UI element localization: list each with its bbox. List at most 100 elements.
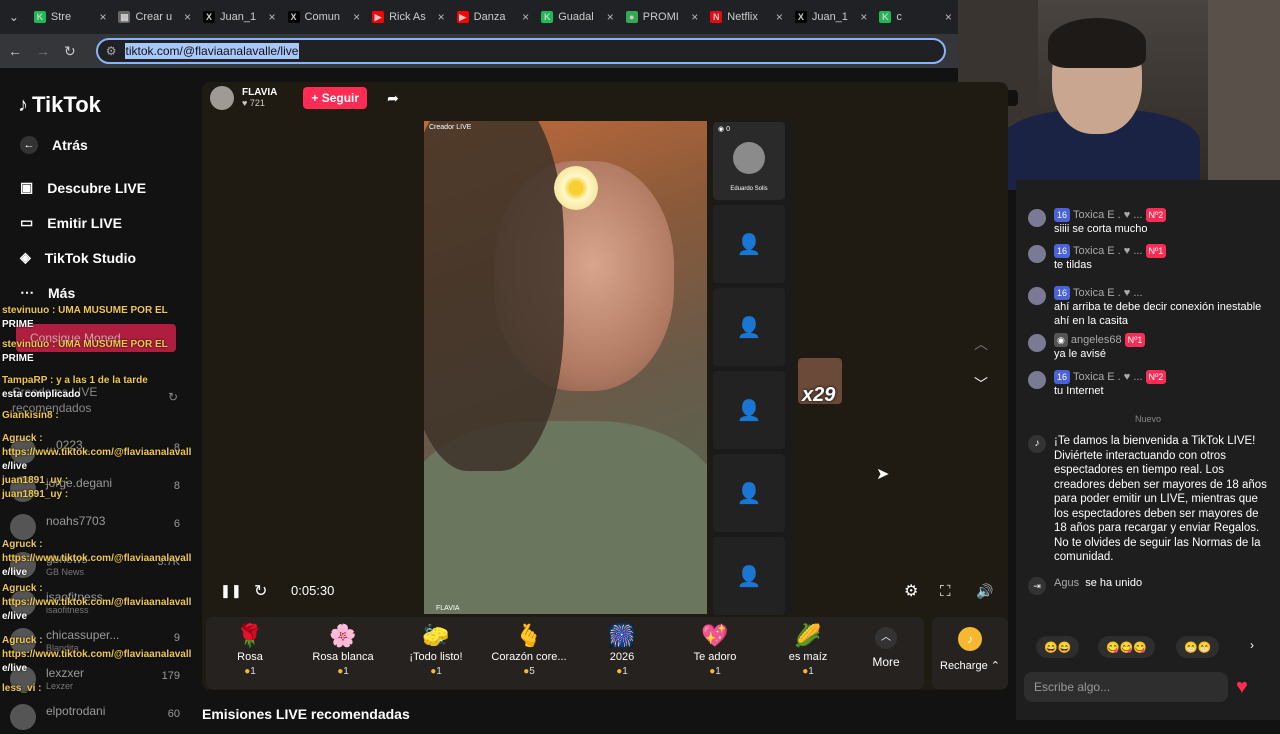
- close-icon[interactable]: ×: [269, 10, 276, 24]
- favicon-icon: K: [879, 11, 892, 23]
- close-icon[interactable]: ×: [691, 10, 698, 24]
- gift-icon: 🌽: [794, 623, 822, 648]
- settings-gear-icon[interactable]: ⚙: [904, 581, 918, 601]
- tiktok-note-icon: ♪: [1028, 435, 1046, 453]
- tab-title: Juan_1: [220, 11, 257, 23]
- sidebar-item-go-live[interactable]: ▭ Emitir LIVE: [20, 214, 122, 231]
- sidebar: ♪ TikTok ← Atrás ▣ Descubre LIVE ▭ Emitir L…: [0, 68, 200, 730]
- level-badge: ◉: [1054, 333, 1068, 347]
- chevron-right-icon[interactable]: ›: [1250, 638, 1254, 652]
- tab-title: Guadal: [558, 11, 594, 23]
- overlay-chat-line: less_vi :: [2, 683, 42, 694]
- follow-button[interactable]: + Seguir: [303, 87, 368, 109]
- gift-item[interactable]: 💖 Te adoro ●1: [675, 623, 755, 677]
- tiktok-logo[interactable]: ♪ TikTok: [18, 92, 101, 118]
- message-text: tu Internet: [1054, 385, 1104, 397]
- live-video[interactable]: Creador LIVE FLAVIA: [424, 121, 707, 614]
- more-gifts-button[interactable]: ︿ More: [861, 627, 911, 669]
- quick-emoji-button[interactable]: 😋😋😋: [1098, 636, 1156, 658]
- gift-item[interactable]: 🫰 Corazón core... ●5: [489, 623, 569, 677]
- username[interactable]: Toxica E . ♥ ...: [1073, 244, 1143, 258]
- close-icon[interactable]: ×: [776, 10, 783, 24]
- browser-tab[interactable]: ▦ Crear u ×: [112, 3, 197, 31]
- guest-slot-empty[interactable]: 👤: [713, 205, 785, 283]
- user-avatar[interactable]: [1028, 287, 1046, 305]
- chat-message: 16 Toxica E . ♥ ... Nº1 te tildas: [1028, 244, 1268, 272]
- sidebar-item-more[interactable]: ⋯ Más: [20, 284, 75, 301]
- overlay-chat-line: e/live: [2, 663, 28, 674]
- user-avatar[interactable]: [1028, 371, 1046, 389]
- close-icon[interactable]: ×: [184, 10, 191, 24]
- overlay-chat-line: e/live: [2, 461, 28, 472]
- username[interactable]: Toxica E . ♥ ...: [1073, 286, 1143, 300]
- refresh-icon[interactable]: ↻: [168, 390, 178, 404]
- close-icon[interactable]: ×: [522, 10, 529, 24]
- sidebar-item-discover[interactable]: ▣ Descubre LIVE: [20, 179, 146, 196]
- reload-icon[interactable]: ↻: [64, 43, 76, 60]
- browser-tab[interactable]: ▶ Rick As ×: [366, 3, 451, 31]
- fullscreen-icon[interactable]: ⛶: [940, 583, 951, 600]
- creator-name: elpotrodani: [46, 704, 106, 718]
- streamer-hair: [1048, 18, 1146, 68]
- browser-tab[interactable]: X Comun ×: [282, 3, 367, 31]
- guest-slot-empty[interactable]: 👤: [713, 537, 785, 615]
- guest-slot-filled[interactable]: ◉ 0 Eduardo Solis: [713, 122, 785, 200]
- back-nav[interactable]: ← Atrás: [20, 136, 88, 154]
- gift-item[interactable]: 🧽 ¡Todo listo! ●1: [396, 623, 476, 677]
- user-avatar[interactable]: [1028, 245, 1046, 263]
- browser-tab[interactable]: Kc ×: [873, 3, 958, 31]
- browser-tab[interactable]: X Juan_1 ×: [789, 3, 874, 31]
- pause-icon[interactable]: ❚❚: [220, 583, 242, 599]
- recharge-button[interactable]: ♪ Recharge ⌃: [932, 617, 1008, 689]
- sidebar-item-studio[interactable]: ◈ TikTok Studio: [20, 249, 136, 266]
- scroll-down-icon[interactable]: ﹀: [974, 374, 988, 394]
- back-icon[interactable]: ←: [8, 43, 22, 59]
- username[interactable]: Toxica E . ♥ ...: [1073, 208, 1143, 222]
- gift-item[interactable]: 🌹 Rosa ●1: [210, 623, 290, 677]
- guest-slot-empty[interactable]: 👤: [713, 371, 785, 449]
- browser-tab[interactable]: K Guadal ×: [535, 3, 620, 31]
- tab-list-chevron-icon[interactable]: ⌄: [0, 10, 28, 24]
- close-icon[interactable]: ×: [99, 10, 106, 24]
- forward-icon[interactable]: →: [36, 43, 50, 59]
- gift-item[interactable]: 🎆 2026 ●1: [582, 623, 662, 677]
- browser-tab[interactable]: ▶ Danza ×: [451, 3, 536, 31]
- site-info-icon[interactable]: ⚙: [106, 44, 117, 58]
- username[interactable]: Toxica E . ♥ ...: [1073, 370, 1143, 384]
- browser-tab[interactable]: K Stre ×: [28, 3, 113, 31]
- level-badge: 16: [1054, 244, 1071, 258]
- user-avatar[interactable]: [1028, 334, 1046, 352]
- browser-tab[interactable]: ● PROMI ×: [620, 3, 705, 31]
- chat-input[interactable]: Escribe algo...: [1024, 672, 1228, 702]
- browser-tab[interactable]: N Netflix ×: [704, 3, 789, 31]
- close-icon[interactable]: ×: [945, 10, 952, 24]
- scroll-up-icon[interactable]: ︿: [974, 334, 988, 354]
- close-icon[interactable]: ×: [607, 10, 614, 24]
- overlay-chat-line: TampaRP : y a las 1 de la tarde: [2, 375, 148, 386]
- url-field[interactable]: ⚙ tiktok.com/@flaviaanalavalle/live: [95, 38, 946, 64]
- share-icon[interactable]: ➦: [387, 90, 399, 107]
- quick-emoji-button[interactable]: 😄😄: [1036, 636, 1080, 658]
- quick-emoji-button[interactable]: 😁😁: [1176, 636, 1220, 658]
- host-name[interactable]: FLAVIA: [242, 87, 277, 98]
- username[interactable]: angeles68: [1071, 333, 1122, 347]
- guest-slot-empty[interactable]: 👤: [713, 288, 785, 366]
- heart-like-icon[interactable]: ♥: [1236, 676, 1248, 699]
- message-header: 16 Toxica E . ♥ ... Nº1: [1054, 244, 1268, 258]
- chat-message: 16 Toxica E . ♥ ... ahí arriba te debe dec…: [1028, 286, 1268, 328]
- close-icon[interactable]: ×: [860, 10, 867, 24]
- browser-tab[interactable]: X Juan_1 ×: [197, 3, 282, 31]
- volume-icon[interactable]: 🔊: [976, 583, 993, 600]
- close-icon[interactable]: ×: [353, 10, 360, 24]
- overlay-chat-line: juan1891_uy :: [2, 489, 69, 500]
- refresh-stream-icon[interactable]: ↻: [254, 581, 267, 601]
- gift-item[interactable]: 🌸 Rosa blanca ●1: [303, 623, 383, 677]
- user-avatar[interactable]: [1028, 209, 1046, 227]
- creator-list-item[interactable]: elpotrodani 60: [10, 700, 190, 734]
- close-icon[interactable]: ×: [438, 10, 445, 24]
- gift-item[interactable]: 🌽 es maíz ●1: [768, 623, 848, 677]
- tiktok-note-icon: ♪: [18, 93, 28, 116]
- host-avatar[interactable]: [210, 86, 234, 110]
- guest-slot-empty[interactable]: 👤: [713, 454, 785, 532]
- guest-count: ◉ 0: [718, 126, 730, 133]
